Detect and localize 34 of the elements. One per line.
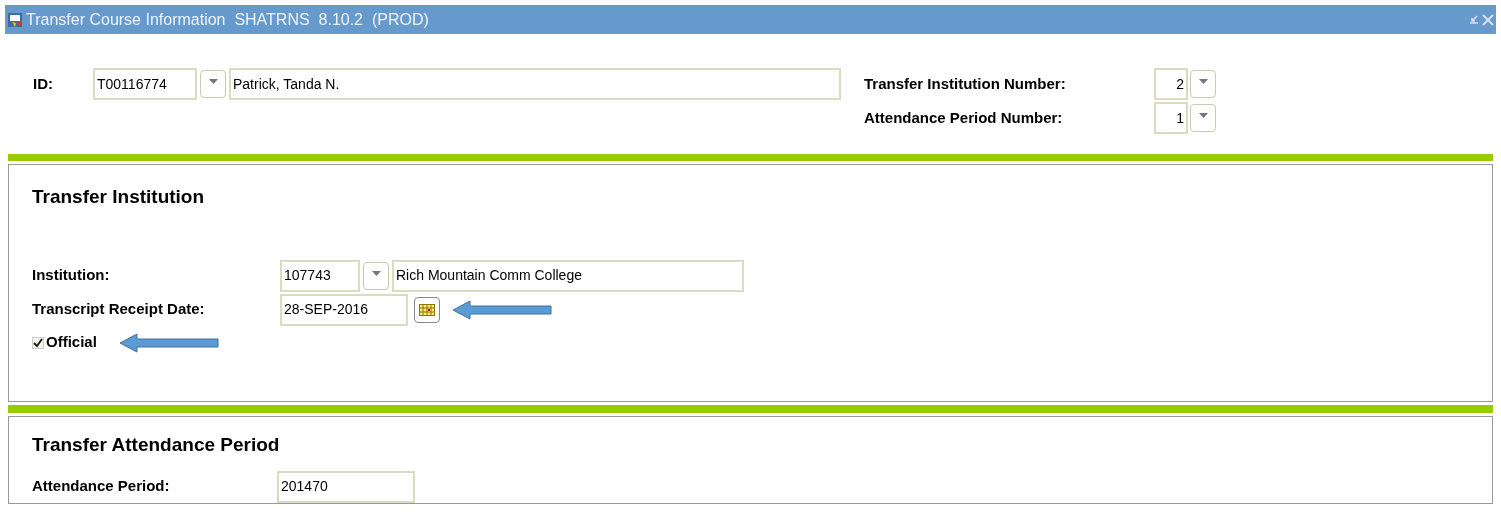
dropdown-button[interactable] <box>200 70 226 98</box>
field-label: ID: <box>33 73 54 94</box>
window-title: Transfer Course Information SHATRNS 8.10.2 (PROD) <box>26 9 429 30</box>
field-label: Institution: <box>32 265 111 286</box>
calendar-icon <box>419 303 435 316</box>
calendar-button[interactable] <box>414 296 440 323</box>
section-heading: Transfer Institution <box>32 186 205 207</box>
field-label: Attendance Period: <box>32 476 171 497</box>
caret-icon <box>1198 113 1208 118</box>
input-field[interactable]: 28-SEP-2016 <box>280 293 408 326</box>
field-label: Attendance Period Number: <box>864 107 1064 128</box>
input-field[interactable]: T00116774 <box>93 68 197 100</box>
checkbox[interactable] <box>32 336 44 349</box>
field-label: Transfer Institution Number: <box>864 73 1067 94</box>
input-field[interactable]: 2 <box>1154 68 1188 100</box>
section-heading: Transfer Attendance Period <box>32 434 280 455</box>
arrow-icon <box>118 332 219 353</box>
checkbox-label: Official <box>46 332 97 353</box>
close-button[interactable] <box>1482 13 1494 26</box>
input-field[interactable]: 201470 <box>277 470 415 503</box>
caret-icon <box>208 79 218 84</box>
dropdown-button[interactable] <box>1190 104 1216 132</box>
input-field[interactable]: Rich Mountain Comm College <box>392 259 744 292</box>
caret-icon <box>371 270 381 276</box>
input-field[interactable]: 107743 <box>280 259 360 292</box>
arrow-icon <box>452 299 552 320</box>
input-field[interactable]: Patrick, Tanda N. <box>229 68 841 100</box>
input-field[interactable]: 1 <box>1154 102 1188 134</box>
minimize-button[interactable] <box>1468 14 1479 25</box>
dropdown-button[interactable] <box>1190 70 1216 98</box>
app-icon <box>7 11 23 28</box>
dropdown-button[interactable] <box>363 261 389 290</box>
field-label: Transcript Receipt Date: <box>32 299 206 320</box>
caret-icon <box>1198 79 1208 84</box>
